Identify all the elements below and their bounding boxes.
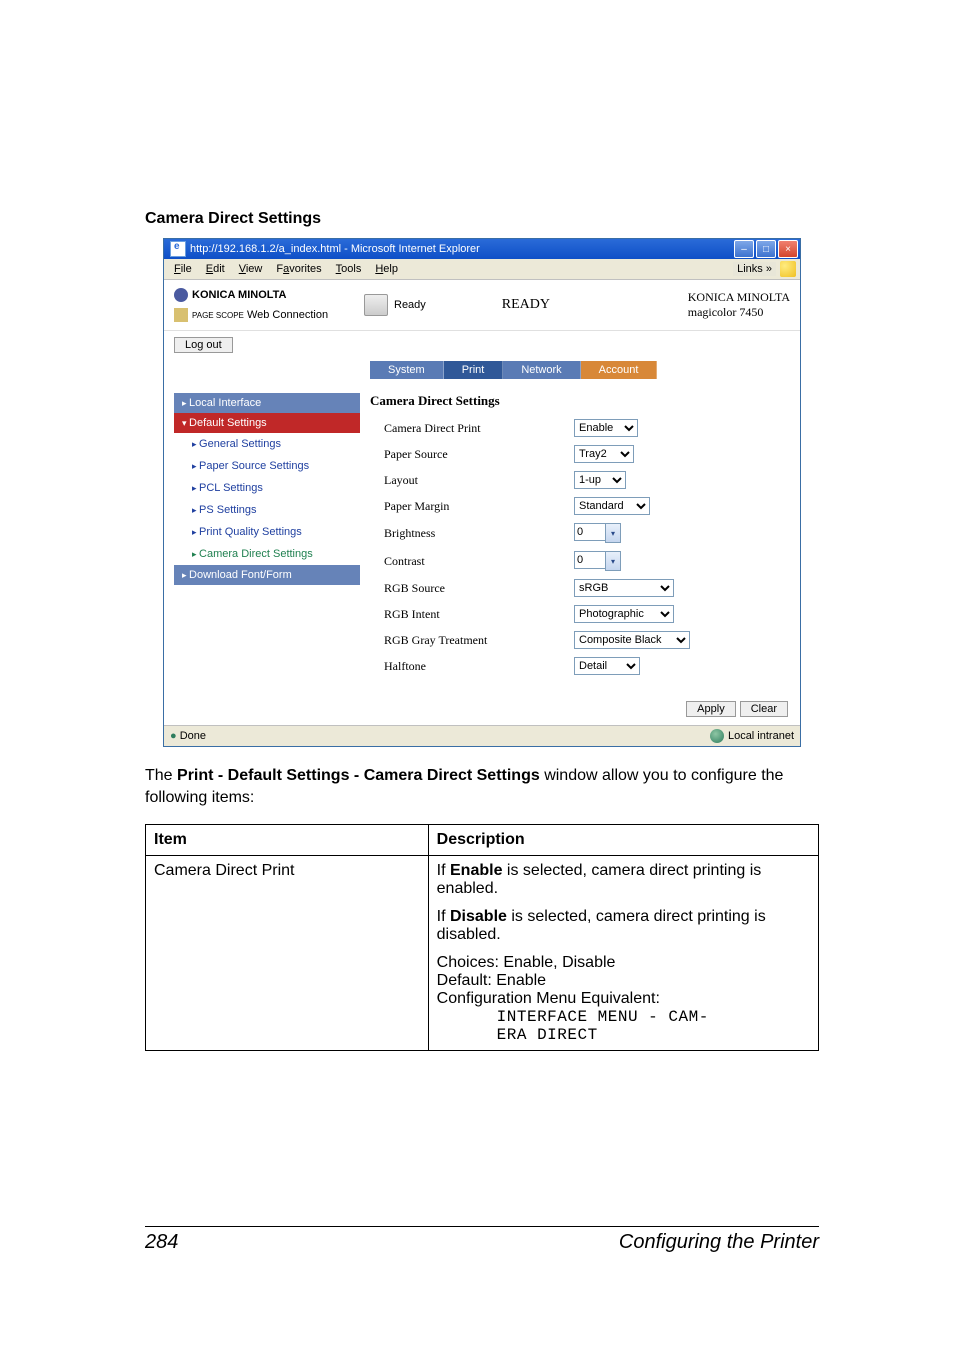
zone-icon [710, 729, 724, 743]
sidebar-local-interface[interactable]: Local Interface [174, 393, 360, 413]
browser-menubar: File Edit View Favorites Tools Help Link… [164, 259, 800, 280]
pagescope-icon [174, 308, 188, 322]
menu-tools[interactable]: Tools [330, 261, 368, 277]
printer-icon [364, 294, 388, 316]
apply-button[interactable]: Apply [686, 701, 736, 717]
label-brightness: Brightness [384, 526, 574, 541]
tab-print[interactable]: Print [444, 361, 504, 379]
logout-button[interactable]: Log out [174, 337, 233, 353]
status-done: Done [180, 730, 206, 742]
footer-rule [145, 1226, 819, 1227]
label-paper-margin: Paper Margin [384, 499, 574, 514]
select-rgb-source[interactable]: sRGB [574, 579, 674, 597]
clear-button[interactable]: Clear [740, 701, 788, 717]
ie-icon [170, 241, 186, 257]
select-rgb-gray[interactable]: Composite Black [574, 631, 690, 649]
ie-throbber-icon [780, 261, 796, 277]
window-close-button[interactable]: × [778, 240, 798, 258]
brand-mark-icon [174, 288, 188, 302]
sidebar-default-settings[interactable]: Default Settings [174, 413, 360, 433]
label-rgb-intent: RGB Intent [384, 607, 574, 622]
input-contrast[interactable] [574, 551, 606, 569]
menu-file[interactable]: File [168, 261, 198, 277]
window-maximize-button[interactable]: □ [756, 240, 776, 258]
tab-network[interactable]: Network [503, 361, 580, 379]
tab-account[interactable]: Account [581, 361, 658, 379]
section-heading: Camera Direct Settings [145, 210, 819, 228]
select-paper-margin[interactable]: Standard [574, 497, 650, 515]
sidebar-item-camera-direct[interactable]: Camera Direct Settings [174, 543, 360, 565]
td-item: Camera Direct Print [146, 856, 429, 1051]
ready-small: Ready [394, 299, 426, 311]
menu-help[interactable]: Help [369, 261, 404, 277]
intro-paragraph: The Print - Default Settings - Camera Di… [145, 765, 819, 808]
label-camera-direct-print: Camera Direct Print [384, 421, 574, 436]
window-titlebar: http://192.168.1.2/a_index.html - Micros… [164, 239, 800, 259]
sidebar-item-print-quality[interactable]: Print Quality Settings [174, 521, 360, 543]
th-item: Item [146, 825, 429, 856]
sidebar-item-ps[interactable]: PS Settings [174, 499, 360, 521]
ready-status: READY [502, 297, 550, 313]
select-paper-source[interactable]: Tray2 [574, 445, 634, 463]
menu-edit[interactable]: Edit [200, 261, 231, 277]
th-description: Description [428, 825, 818, 856]
links-toolbar[interactable]: Links » [733, 262, 776, 276]
sidebar-item-pcl[interactable]: PCL Settings [174, 477, 360, 499]
device-info: KONICA MINOLTA magicolor 7450 [688, 290, 790, 320]
select-camera-direct-print[interactable]: Enable [574, 419, 638, 437]
sidebar-item-paper-source[interactable]: Paper Source Settings [174, 455, 360, 477]
label-contrast: Contrast [384, 554, 574, 569]
page-number: 284 [145, 1231, 178, 1254]
sidebar-item-general[interactable]: General Settings [174, 433, 360, 455]
spinner-brightness[interactable]: ▾ [605, 523, 621, 543]
browser-window: http://192.168.1.2/a_index.html - Micros… [163, 238, 801, 747]
brand-logo: KONICA MINOLTA [174, 288, 364, 302]
td-description: If Enable is selected, camera direct pri… [428, 856, 818, 1051]
panel-title: Camera Direct Settings [370, 393, 790, 409]
spinner-contrast[interactable]: ▾ [605, 551, 621, 571]
label-rgb-gray: RGB Gray Treatment [384, 633, 574, 648]
label-layout: Layout [384, 473, 574, 488]
label-halftone: Halftone [384, 659, 574, 674]
status-zone: Local intranet [728, 730, 794, 742]
label-paper-source: Paper Source [384, 447, 574, 462]
sidebar: Local Interface Default Settings General… [174, 393, 360, 679]
input-brightness[interactable] [574, 523, 606, 541]
select-rgb-intent[interactable]: Photographic [574, 605, 674, 623]
settings-table: Item Description Camera Direct Print If … [145, 824, 819, 1051]
window-title: http://192.168.1.2/a_index.html - Micros… [190, 243, 480, 255]
label-rgb-source: RGB Source [384, 581, 574, 596]
menu-view[interactable]: View [233, 261, 269, 277]
tab-system[interactable]: System [370, 361, 444, 379]
select-halftone[interactable]: Detail [574, 657, 640, 675]
chapter-title: Configuring the Printer [619, 1231, 819, 1254]
pagescope-logo: PAGE SCOPE Web Connection [174, 308, 364, 322]
window-minimize-button[interactable]: – [734, 240, 754, 258]
select-layout[interactable]: 1-up [574, 471, 626, 489]
sidebar-download-font[interactable]: Download Font/Form [174, 565, 360, 585]
menu-favorites[interactable]: Favorites [270, 261, 327, 277]
